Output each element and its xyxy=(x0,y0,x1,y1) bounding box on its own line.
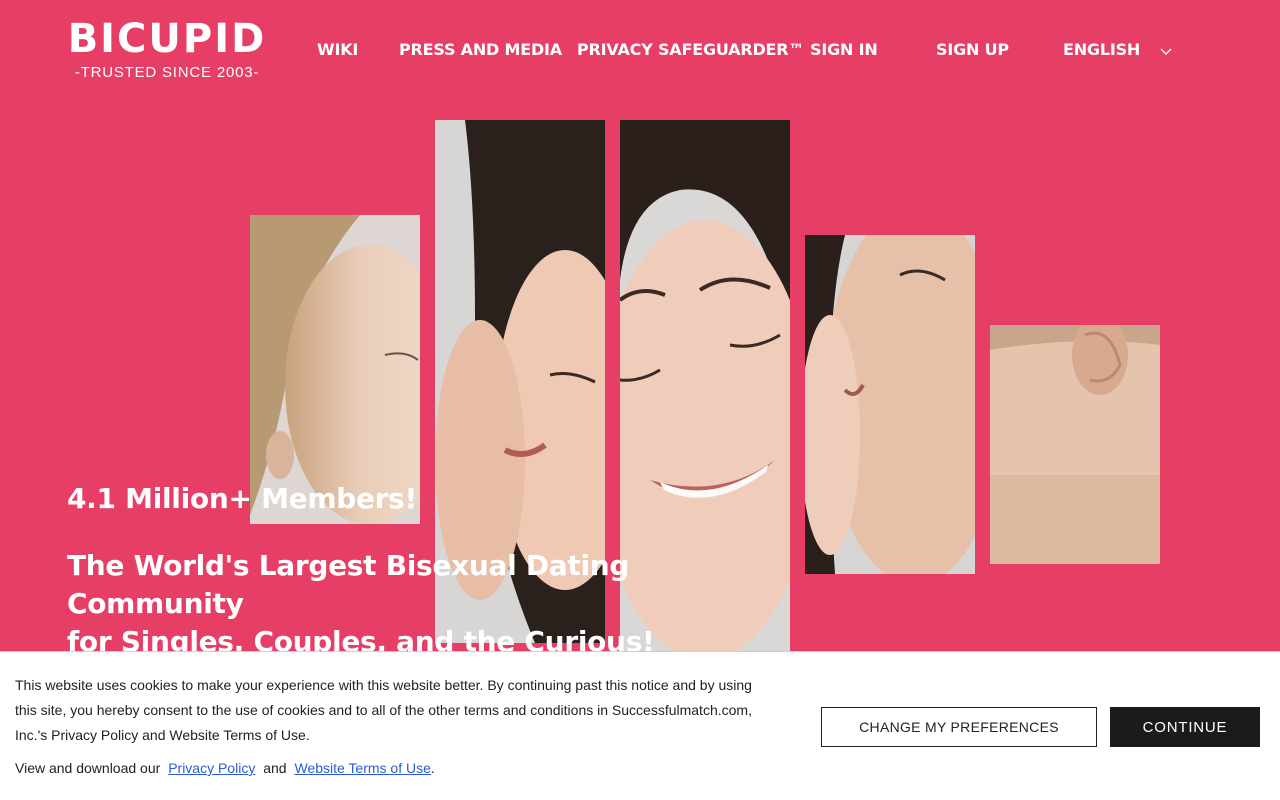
cookie-notice-line: Inc.'s Privacy Policy and Website Terms … xyxy=(15,727,310,743)
privacy-policy-link[interactable]: Privacy Policy xyxy=(168,760,255,776)
nav-sign-up[interactable]: SIGN UP xyxy=(936,40,1009,60)
hero-photo-4 xyxy=(805,235,975,574)
nav-wiki[interactable]: WIKI xyxy=(317,40,358,60)
logo-name: BICUPID xyxy=(67,16,267,62)
hero-tagline: The World's Largest Bisexual Dating Comm… xyxy=(67,547,787,661)
continue-button[interactable]: CONTINUE xyxy=(1110,707,1260,747)
change-preferences-button[interactable]: CHANGE MY PREFERENCES xyxy=(821,707,1097,747)
chevron-down-icon xyxy=(1160,41,1172,61)
logo-tagline: -TRUSTED SINCE 2003- xyxy=(74,64,260,81)
language-label: ENGLISH xyxy=(1063,40,1141,59)
hero-photo-1 xyxy=(250,215,420,524)
cookie-banner: This website uses cookies to make your e… xyxy=(0,651,1280,800)
cookie-notice-text: This website uses cookies to make your e… xyxy=(15,673,785,748)
download-prefix: View and download our xyxy=(15,760,161,776)
cookie-notice-line: This website uses cookies to make your e… xyxy=(15,677,752,693)
terms-of-use-link[interactable]: Website Terms of Use xyxy=(294,760,430,776)
logo[interactable]: BICUPID -TRUSTED SINCE 2003- xyxy=(66,18,268,81)
hero-tagline-line-1: The World's Largest Bisexual Dating Comm… xyxy=(67,549,630,620)
language-selector[interactable]: ENGLISH xyxy=(1063,40,1172,61)
nav-privacy-safeguarder[interactable]: PRIVACY SAFEGUARDER™ xyxy=(577,40,804,60)
cookie-notice-line: this site, you hereby consent to the use… xyxy=(15,702,752,718)
period-text: . xyxy=(430,760,435,776)
members-count: 4.1 Million+ Members! xyxy=(67,482,417,515)
and-text: and xyxy=(263,760,287,776)
cookie-download-links: View and download our Privacy Policy and… xyxy=(15,756,435,781)
hero-photo-5 xyxy=(990,325,1160,564)
nav-press-and-media[interactable]: PRESS AND MEDIA xyxy=(399,40,562,60)
nav-sign-in[interactable]: SIGN IN xyxy=(810,40,878,60)
